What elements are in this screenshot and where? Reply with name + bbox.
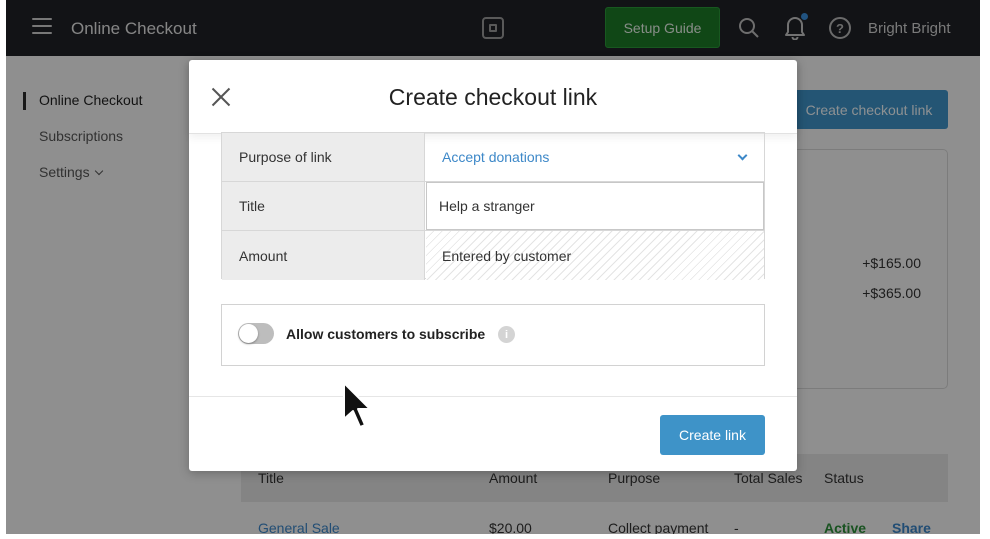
footer-divider — [189, 396, 797, 397]
toggle-knob — [239, 324, 258, 343]
subscribe-toggle[interactable] — [238, 323, 274, 344]
title-input[interactable]: Help a stranger — [426, 182, 764, 230]
title-label: Title — [222, 182, 425, 230]
purpose-label: Purpose of link — [222, 133, 425, 181]
subscribe-label: Allow customers to subscribe — [286, 326, 486, 342]
create-checkout-link-dialog: Create checkout link Purpose of link Acc… — [189, 60, 797, 471]
amount-row: Amount Entered by customer — [222, 231, 764, 280]
title-row: Title Help a stranger — [222, 182, 764, 231]
purpose-row: Purpose of link Accept donations — [222, 133, 764, 182]
mouse-cursor-icon — [343, 382, 371, 428]
dialog-header: Create checkout link — [189, 60, 797, 134]
app-frame: Online Checkout Setup Guide ? Bright Bri… — [6, 0, 980, 534]
create-link-button[interactable]: Create link — [660, 415, 765, 455]
subscribe-option: Allow customers to subscribe i — [221, 304, 765, 366]
amount-field-disabled: Entered by customer — [426, 231, 764, 280]
link-details-form: Purpose of link Accept donations Title H… — [221, 132, 765, 280]
purpose-select-value: Accept donations — [442, 149, 550, 165]
purpose-select[interactable]: Accept donations — [426, 133, 764, 181]
info-icon[interactable]: i — [498, 326, 515, 343]
amount-label: Amount — [222, 231, 425, 280]
chevron-down-icon — [737, 150, 748, 161]
dialog-title: Create checkout link — [388, 84, 598, 110]
